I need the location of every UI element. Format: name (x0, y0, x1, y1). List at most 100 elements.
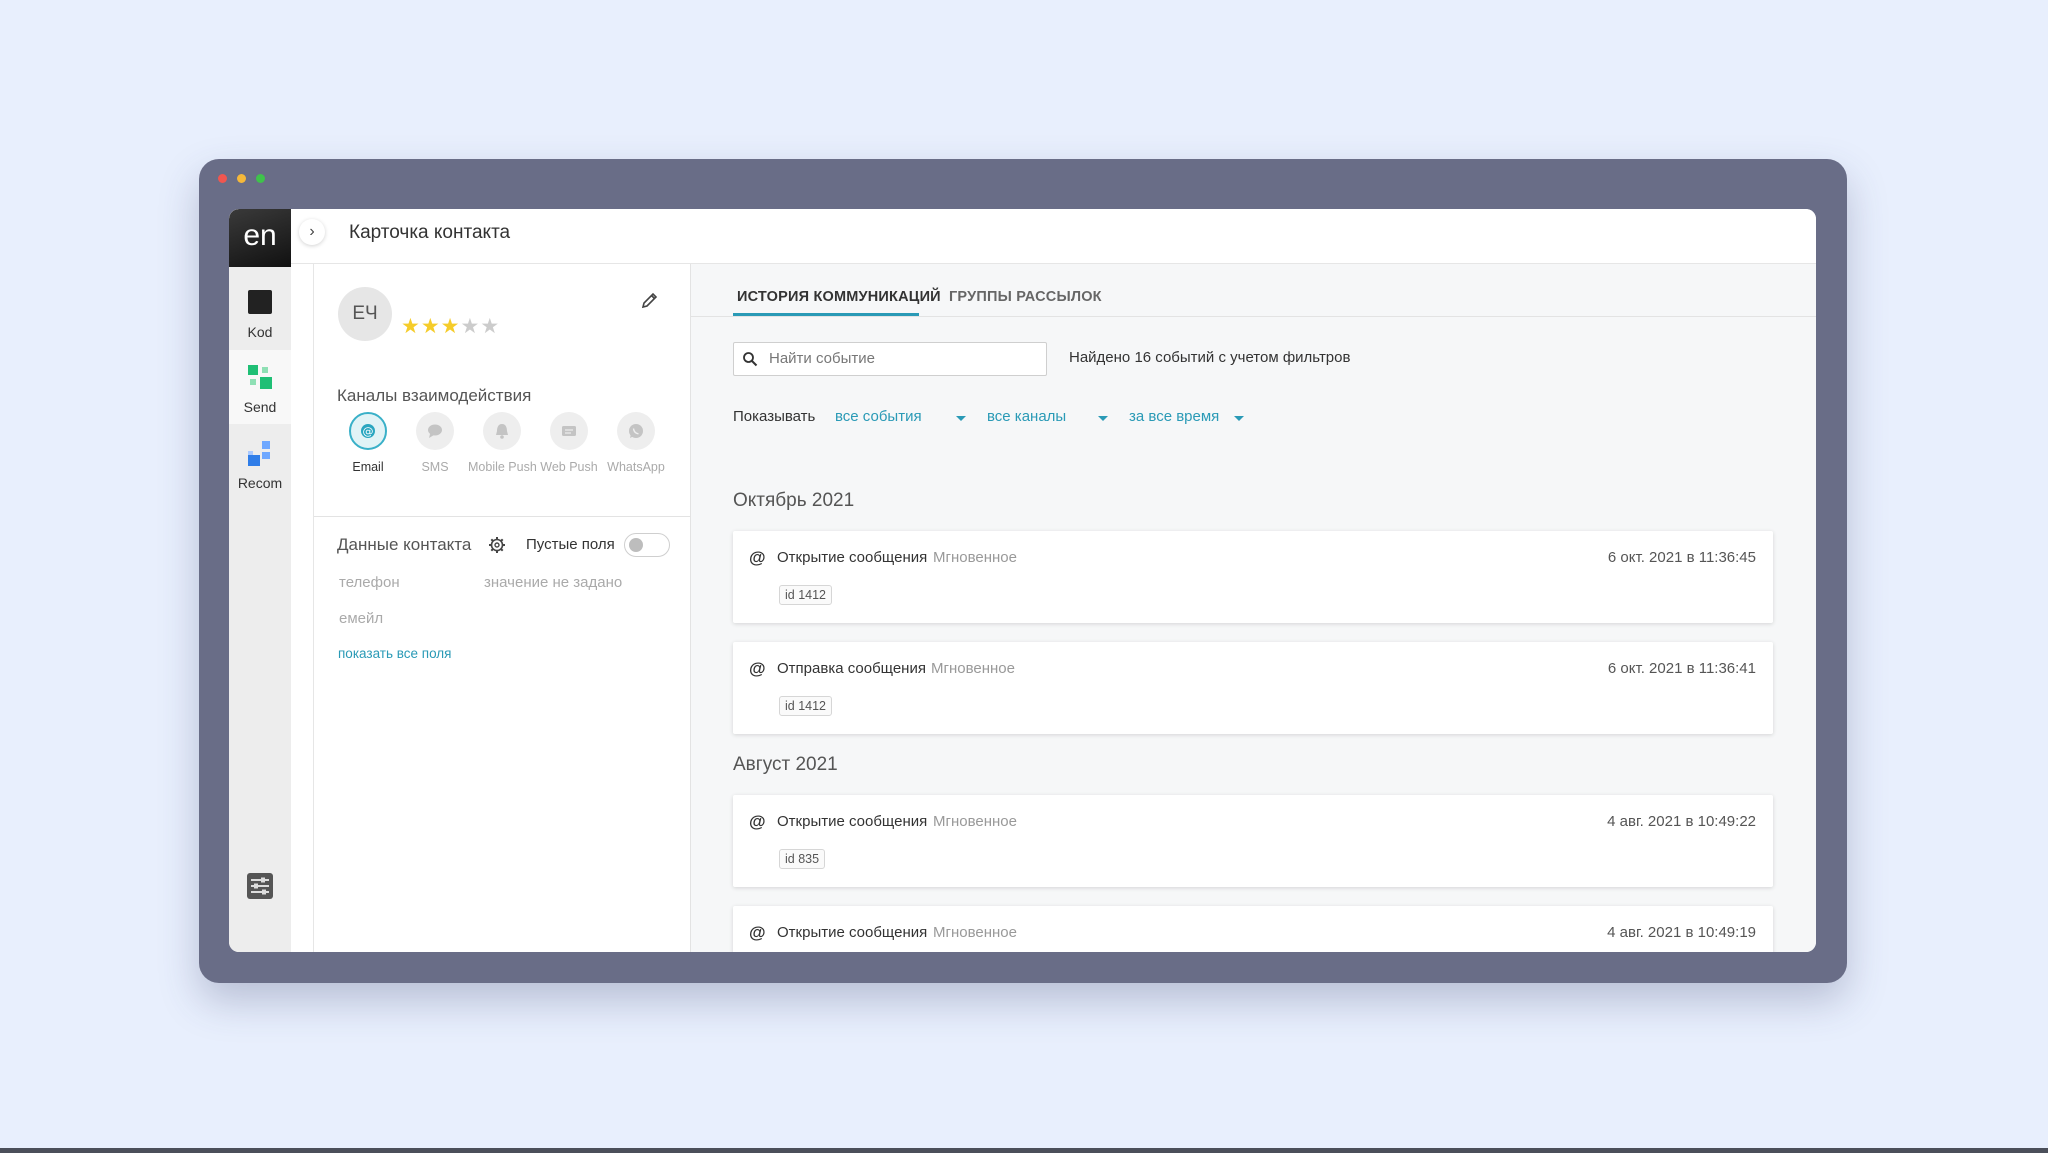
star-icon[interactable]: ★ (441, 315, 461, 338)
channel-label: Mobile Push (468, 460, 537, 474)
event-date: 6 окт. 2021 в 11:36:45 (1607, 549, 1756, 566)
channel-sms[interactable]: SMS (401, 412, 469, 474)
search-input[interactable]: Найти событие (733, 342, 1047, 376)
send-icon (248, 365, 272, 389)
rail-item-label: Kod (247, 324, 273, 340)
event-id-badge: id 1412 (779, 696, 833, 716)
event-id-badge: id 1412 (779, 585, 833, 605)
event-name: Открытие сообщения (777, 924, 928, 941)
tab-communication-history[interactable]: ИСТОРИЯ КОММУНИКАЦИЙ (737, 289, 941, 305)
chevron-down-icon[interactable] (1098, 416, 1108, 421)
channel-label: Web Push (540, 460, 598, 474)
event-type: Мгновенное (933, 813, 1017, 830)
email-channel-icon: @ (749, 659, 766, 678)
main-content: ИСТОРИЯ КОММУНИКАЦИЙ ГРУППЫ РАССЫЛОК Най… (691, 264, 1816, 952)
filter-period-dropdown[interactable]: за все время (1129, 408, 1219, 425)
app-logo[interactable]: en (229, 209, 291, 267)
show-all-fields-link[interactable]: показать все поля (338, 646, 451, 661)
email-icon: @ (349, 412, 387, 450)
gear-icon[interactable] (488, 536, 506, 554)
active-tab-indicator (733, 313, 919, 316)
channels-title: Каналы взаимодействия (337, 386, 532, 405)
channel-whatsapp[interactable]: WhatsApp (602, 412, 670, 474)
star-icon[interactable]: ★ (480, 315, 500, 338)
rail-item-label: Send (243, 399, 277, 415)
filter-events-dropdown[interactable]: все события (835, 408, 922, 425)
page-title: Карточка контакта (349, 222, 511, 243)
empty-fields-toggle[interactable] (624, 533, 670, 557)
divider (314, 516, 690, 517)
page-header: › Карточка контакта (291, 209, 1816, 264)
month-heading: Октябрь 2021 (733, 490, 855, 511)
chevron-right-icon: › (309, 223, 315, 240)
channel-label: Email (352, 460, 384, 474)
channel-email[interactable]: @ Email (334, 412, 402, 474)
toggle-knob (629, 538, 643, 552)
event-type: Мгновенное (933, 549, 1017, 566)
channel-label: WhatsApp (607, 460, 665, 474)
recom-icon (248, 441, 270, 466)
field-name-email: емейл (339, 610, 384, 627)
event-type: Мгновенное (931, 660, 1015, 677)
channel-label: SMS (421, 460, 449, 474)
rail-spacer (291, 209, 314, 952)
channel-web-push[interactable]: Web Push (535, 412, 603, 474)
channels-list: @ Email SMS Mobile Push Web Push WhatsAp… (334, 412, 684, 482)
event-name: Открытие сообщения (777, 549, 928, 566)
mobile-push-icon (483, 412, 521, 450)
channel-mobile-push[interactable]: Mobile Push (468, 412, 537, 474)
contact-data-title: Данные контакта (337, 535, 472, 554)
web-push-icon (550, 412, 588, 450)
kod-icon (248, 290, 272, 314)
rating-stars[interactable]: ★★★★★ (401, 314, 500, 339)
field-name-phone: телефон (339, 574, 400, 591)
tab-mailing-groups[interactable]: ГРУППЫ РАССЫЛОК (949, 289, 1102, 305)
svg-text:@: @ (363, 425, 374, 438)
event-type: Мгновенное (933, 924, 1017, 941)
show-label: Показывать (733, 408, 816, 425)
rail-item-kod[interactable]: Kod (229, 275, 291, 349)
star-icon[interactable]: ★ (401, 315, 421, 338)
window-maximize-dot[interactable] (256, 174, 265, 183)
left-rail: en Kod Send Recom (229, 209, 291, 952)
avatar: ЕЧ (338, 287, 392, 341)
search-placeholder: Найти событие (769, 350, 875, 367)
chevron-down-icon[interactable] (1234, 416, 1244, 421)
event-name: Отправка сообщения (777, 660, 926, 677)
event-date: 4 авг. 2021 в 10:49:22 (1607, 813, 1756, 830)
event-date: 4 авг. 2021 в 10:49:19 (1607, 924, 1756, 941)
found-count-text: Найдено 16 событий с учетом фильтров (1069, 349, 1351, 366)
event-name: Открытие сообщения (777, 813, 928, 830)
rail-item-recom[interactable]: Recom (229, 426, 291, 500)
event-id-badge: id 835 (779, 849, 826, 869)
empty-fields-label: Пустые поля (526, 536, 615, 553)
event-card[interactable]: @ Открытие сообщения Мгновенное 4 авг. 2… (733, 906, 1773, 952)
chevron-down-icon[interactable] (956, 416, 966, 421)
event-card[interactable]: @ Открытие сообщения Мгновенное 6 окт. 2… (733, 531, 1773, 623)
expand-sidebar-button[interactable]: › (299, 219, 325, 245)
search-icon (743, 352, 758, 367)
pencil-icon[interactable] (640, 290, 660, 310)
email-channel-icon: @ (749, 923, 766, 942)
field-value-phone: значение не задано (484, 574, 623, 591)
rail-item-send[interactable]: Send (229, 350, 291, 424)
event-card[interactable]: @ Отправка сообщения Мгновенное 6 окт. 2… (733, 642, 1773, 734)
star-icon[interactable]: ★ (421, 315, 441, 338)
bottom-edge (0, 1148, 2048, 1153)
window-close-dot[interactable] (218, 174, 227, 183)
settings-sliders-icon[interactable] (246, 872, 274, 900)
month-heading: Август 2021 (733, 754, 838, 775)
star-icon[interactable]: ★ (460, 315, 480, 338)
event-date: 6 окт. 2021 в 11:36:41 (1607, 660, 1756, 677)
event-card[interactable]: @ Открытие сообщения Мгновенное 4 авг. 2… (733, 795, 1773, 887)
whatsapp-icon (617, 412, 655, 450)
rail-item-label: Recom (237, 475, 283, 491)
tabs-bar: ИСТОРИЯ КОММУНИКАЦИЙ ГРУППЫ РАССЫЛОК (691, 264, 1816, 317)
contact-panel: ЕЧ ★★★★★ Каналы взаимодействия @ Email S… (314, 264, 691, 952)
filter-channels-dropdown[interactable]: все каналы (987, 408, 1066, 425)
email-channel-icon: @ (749, 812, 766, 831)
app-window: en Kod Send Recom › Карточка контакта ЕЧ… (229, 209, 1816, 952)
email-channel-icon: @ (749, 548, 766, 567)
window-frame: en Kod Send Recom › Карточка контакта ЕЧ… (199, 159, 1847, 983)
window-minimize-dot[interactable] (237, 174, 246, 183)
